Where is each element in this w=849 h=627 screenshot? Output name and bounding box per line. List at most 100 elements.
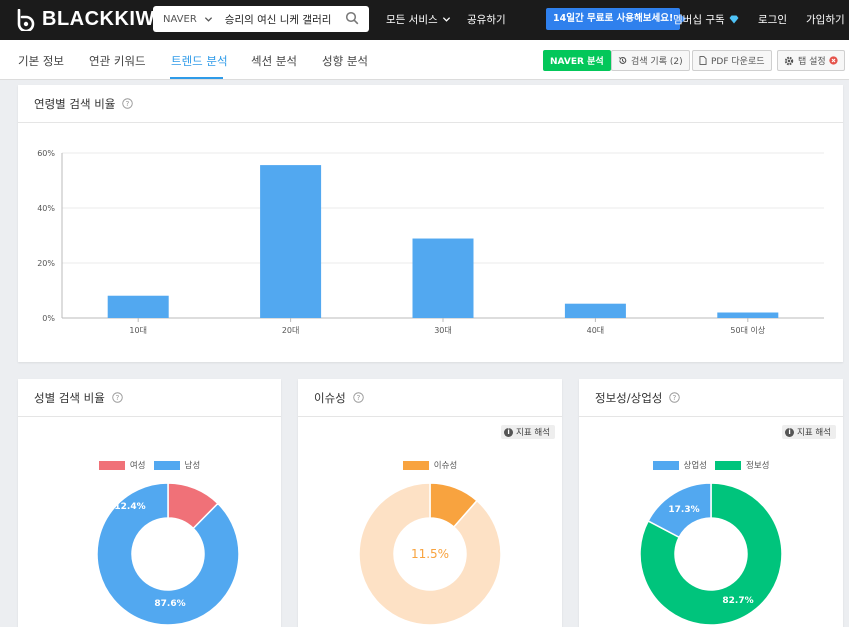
search-input[interactable]: 승리의 여신 니케 갤러리 [225,12,332,27]
legend-swatch [652,460,679,470]
card-header: 정보성/상업성 ? [579,379,843,417]
membership-link[interactable]: 멤버십 구독 [673,12,739,27]
nav-all-services-label: 모든 서비스 [386,14,438,26]
legend-swatch [715,460,741,470]
promo-banner[interactable]: 14일간 무료로 사용해보세요! [546,8,687,30]
issue-card: 이슈성 ? i 지표 해석 이슈성 11.5% [298,379,562,627]
signup-link[interactable]: 가입하기 [806,12,845,27]
gear-icon [784,56,794,65]
bar-3[interactable] [412,238,474,318]
bar-1[interactable] [107,295,169,318]
close-icon [829,56,838,65]
x-tick-label: 40대 [587,326,605,335]
chart-legend: 여성 남성 [18,459,281,471]
bar-4[interactable] [564,303,626,318]
tab-tendency-analysis[interactable]: 성향 분석 [322,53,368,69]
blackkiwi-logo-icon [17,8,35,31]
nav-share[interactable]: 공유하기 [467,12,506,27]
gender-ratio-card: 성별 검색 비율 ? 여성 남성 12.4% 87.6% [18,379,281,627]
tab-bar: 기본 정보 연관 키워드 트렌드 분석 섹션 분석 성향 분석 NAVER 분석… [0,40,849,80]
chevron-down-icon [442,17,450,22]
legend-label: 상업성 [683,461,707,471]
male-pct-label: 87.6% [154,599,185,609]
card-header: 이슈성 ? [298,379,562,417]
bar-5[interactable] [717,312,779,319]
search-engine-select[interactable]: NAVER [163,14,197,25]
top-bar: BLACKKIWI NAVER 승리의 여신 니케 갤러리 모든 서비스 공유하… [0,0,849,40]
card-title: 이슈성 [314,390,346,405]
search-icon[interactable] [345,11,359,25]
card-title: 연령별 검색 비율 [34,96,116,111]
svg-text:?: ? [356,393,360,402]
svg-text:?: ? [126,99,130,108]
x-tick-label: 10대 [129,326,147,335]
y-tick-label: 60% [37,149,55,158]
info-icon: i [785,427,795,437]
svg-text:?: ? [673,393,677,402]
nav-all-services[interactable]: 모든 서비스 [386,12,451,27]
tab-settings-button[interactable]: 탭 설정 [777,50,845,71]
legend-item-issue[interactable]: 이슈성 [402,459,458,471]
interp-label: 지표 해석 [797,428,831,438]
diamond-icon [729,15,739,24]
legend-item-informational[interactable]: 정보성 [715,459,769,471]
tab-section-analysis[interactable]: 섹션 분석 [251,53,297,69]
naver-analysis-button[interactable]: NAVER 분석 [543,50,611,71]
tab-related-keywords[interactable]: 연관 키워드 [89,53,146,69]
interp-label: 지표 해석 [516,428,550,438]
legend-label: 이슈성 [433,461,458,471]
logo[interactable]: BLACKKIWI [16,8,161,31]
chart-legend: 이슈성 [298,459,562,471]
active-tab-indicator [170,77,223,79]
legend-item-male[interactable]: 남성 [153,459,201,471]
x-tick-label: 30대 [434,326,452,335]
card-header: 성별 검색 비율 ? [18,379,281,417]
search-box[interactable]: NAVER 승리의 여신 니케 갤러리 [153,6,369,32]
issue-donut-chart: 11.5% [358,482,502,626]
legend-swatch [402,460,429,470]
gender-donut-chart: 12.4% 87.6% [96,482,240,626]
chart-legend: 상업성 정보성 [579,459,843,471]
help-icon[interactable]: ? [353,392,364,403]
indicator-interpretation-button[interactable]: i 지표 해석 [501,425,555,439]
bar-2[interactable] [260,165,322,318]
help-icon[interactable]: ? [122,98,134,109]
pdf-download-label: PDF 다운로드 [711,57,765,67]
tab-basic-info[interactable]: 기본 정보 [18,53,64,69]
membership-label: 멤버십 구독 [673,14,725,26]
info-icon: i [504,427,514,437]
female-pct-label: 12.4% [114,502,145,512]
svg-text:?: ? [115,393,119,402]
legend-label: 남성 [184,461,201,471]
help-icon[interactable]: ? [669,392,681,403]
legend-label: 정보성 [746,461,770,471]
card-title: 성별 검색 비율 [34,390,105,405]
help-icon[interactable]: ? [112,392,123,403]
chevron-down-icon[interactable] [204,15,213,24]
legend-swatch [153,460,180,470]
age-bar-chart: 0% 20% 40% 60% 10대 20대 30대 40대 50대 이상 [37,149,824,335]
document-icon [699,56,707,65]
age-ratio-card: 연령별 검색 비율 ? 0% 20% 40% 60% 10대 20대 30대 40대 50대 이… [18,85,843,362]
legend-swatch [98,460,125,470]
pdf-download-button[interactable]: PDF 다운로드 [692,50,772,71]
logo-text: BLACKKIWI [42,8,161,30]
info-commercial-card: 정보성/상업성 ? i 지표 해석 상업성 정보성 17.3% 82.7% [579,379,843,627]
search-history-label: 검색 기록 (2) [631,57,683,67]
legend-item-female[interactable]: 여성 [98,459,146,471]
legend-label: 여성 [129,461,146,471]
info-donut-chart: 17.3% 82.7% [639,482,783,626]
legend-item-commercial[interactable]: 상업성 [652,459,707,471]
informational-pct-label: 82.7% [722,596,753,606]
x-tick-label: 50대 이상 [730,325,765,335]
indicator-interpretation-button[interactable]: i 지표 해석 [782,425,836,439]
login-link[interactable]: 로그인 [758,12,787,27]
y-tick-label: 0% [42,314,55,323]
tab-trend-analysis[interactable]: 트렌드 분석 [171,53,228,69]
issue-pct-label: 11.5% [411,547,449,561]
history-icon [618,56,627,64]
card-title: 정보성/상업성 [595,390,663,405]
y-tick-label: 20% [37,259,55,268]
search-history-button[interactable]: 검색 기록 (2) [611,50,690,71]
x-tick-label: 20대 [282,326,300,335]
